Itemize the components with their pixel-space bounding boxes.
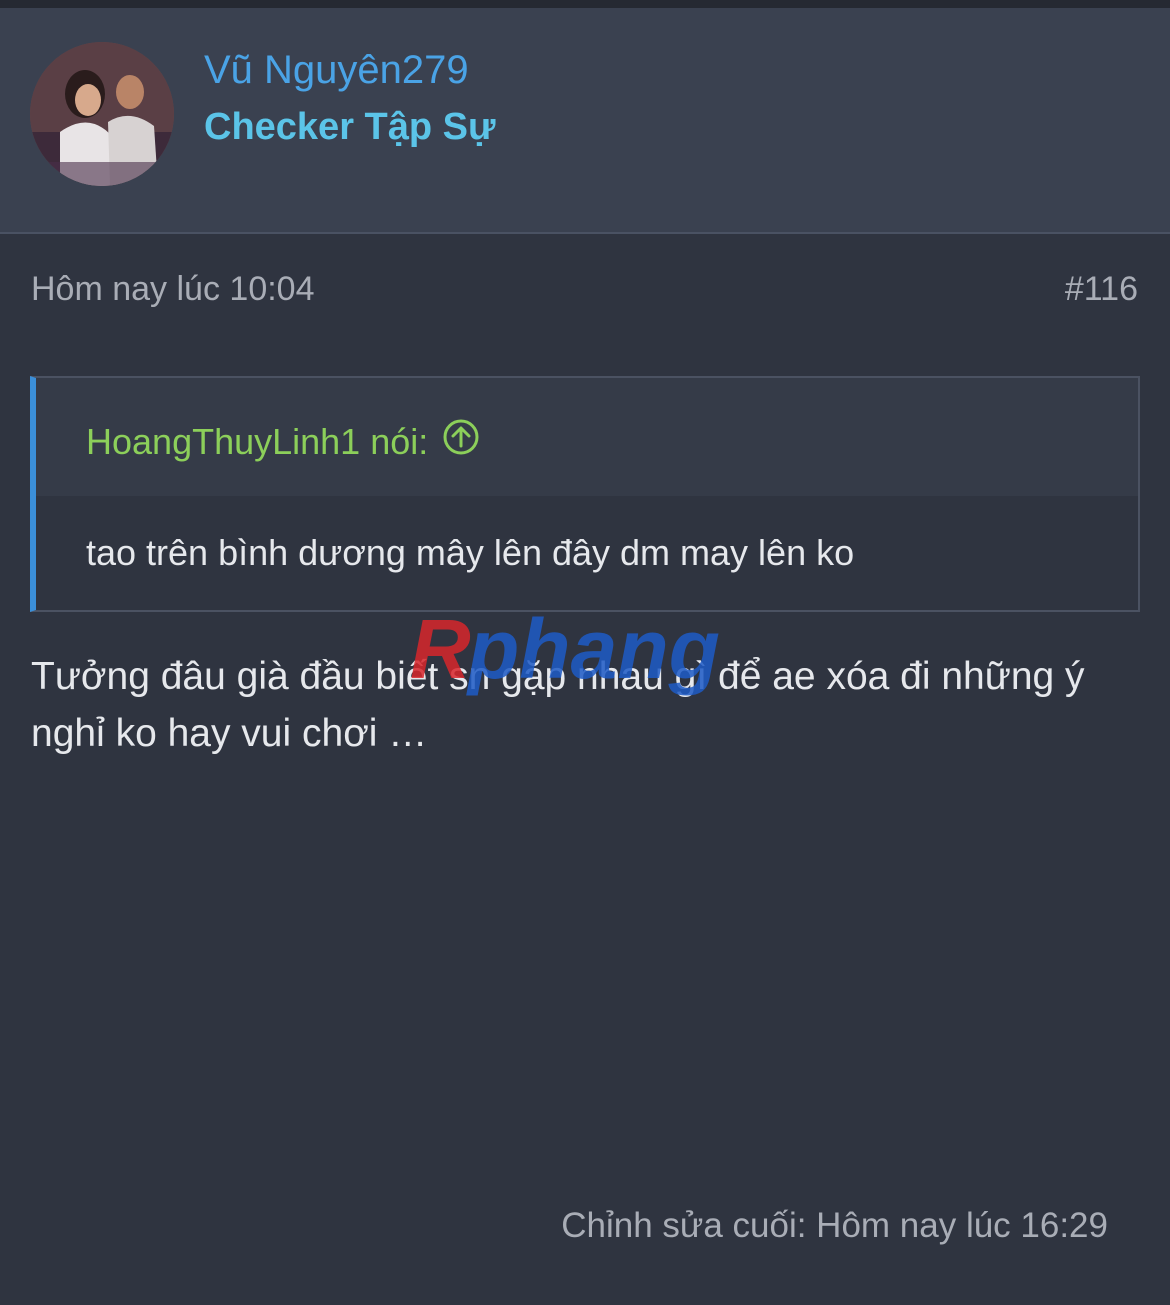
user-header: Vũ Nguyên279 Checker Tập Sự	[0, 8, 1170, 234]
quote-block: HoangThuyLinh1 nói: tao trên bình dương …	[30, 376, 1140, 612]
avatar[interactable]	[30, 42, 174, 186]
last-edited: Chỉnh sửa cuối: Hôm nay lúc 16:29	[561, 1206, 1108, 1245]
quote-header: HoangThuyLinh1 nói:	[36, 378, 1138, 496]
post-time[interactable]: Hôm nay lúc 10:04	[31, 270, 315, 309]
post-body: Tưởng đâu già đầu biết sn gặp nhau gì để…	[31, 655, 1085, 755]
post-number[interactable]: #116	[1065, 270, 1138, 309]
top-strip	[0, 0, 1170, 8]
user-title: Checker Tập Sự	[204, 106, 496, 148]
quote-author-link[interactable]: HoangThuyLinh1 nói:	[86, 418, 480, 465]
quote-author: HoangThuyLinh1 nói:	[86, 420, 429, 462]
arrow-up-circle-icon[interactable]	[442, 418, 480, 465]
quote-text: tao trên bình dương mây lên đây dm may l…	[86, 532, 855, 573]
username[interactable]: Vũ Nguyên279	[204, 48, 469, 93]
